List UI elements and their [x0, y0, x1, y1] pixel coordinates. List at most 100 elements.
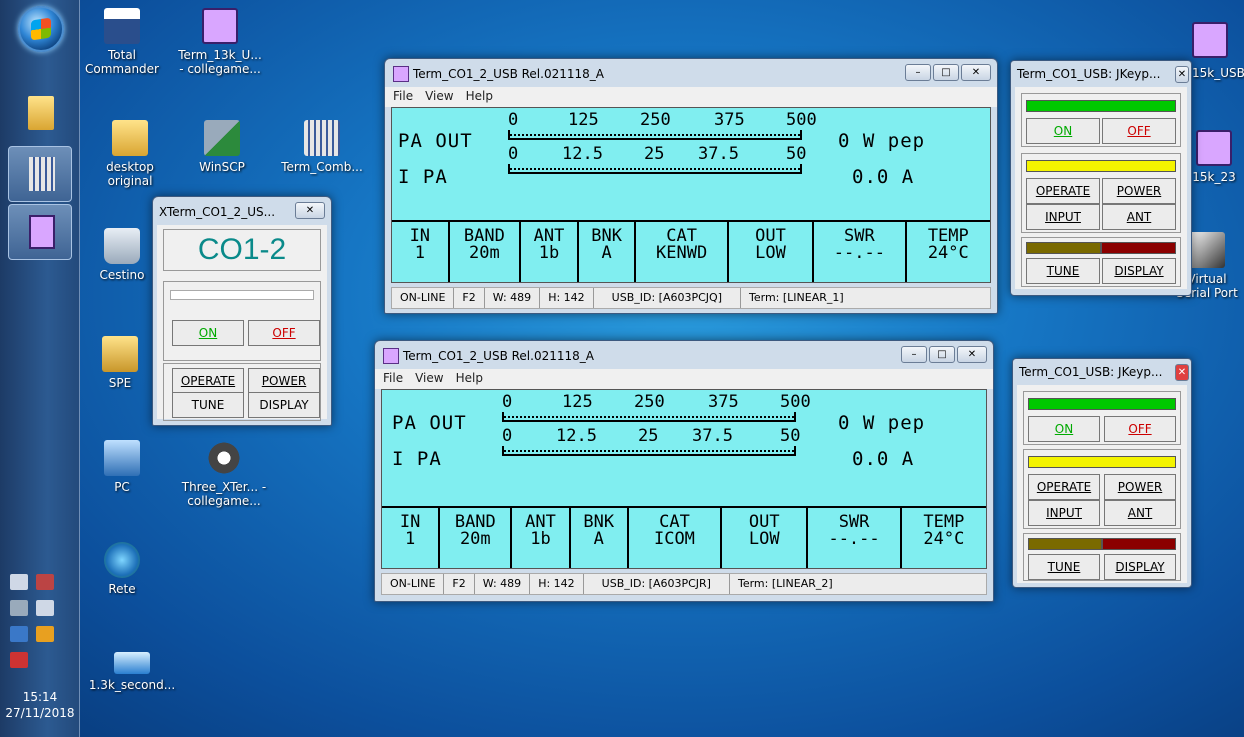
flag-error-icon[interactable]	[10, 652, 28, 668]
operate-button[interactable]: OPERATE	[1026, 178, 1100, 204]
yellow-status-led	[1028, 456, 1176, 468]
building-icon	[304, 120, 340, 156]
speaker-icon[interactable]	[10, 574, 28, 590]
tune-button[interactable]: TUNE	[1026, 258, 1100, 284]
explorer-taskbar-button[interactable]	[8, 86, 72, 142]
usb-device-icon[interactable]	[36, 574, 54, 590]
desktop-icon-spe[interactable]: SPE	[88, 336, 152, 390]
keypad2-body: ON OFF OPERATE POWER INPUT ANT TUNE DISP…	[1017, 385, 1187, 583]
display-button[interactable]: DISPLAY	[248, 392, 320, 418]
ipa-bar	[502, 446, 796, 456]
close-button[interactable]: ✕	[295, 202, 325, 219]
desktop-icon-winscp[interactable]: WinSCP	[178, 120, 266, 174]
power-button[interactable]: POWER	[248, 368, 320, 394]
volume-icon[interactable]	[36, 600, 54, 616]
on-button[interactable]: ON	[1028, 416, 1100, 442]
term2-menu-bar: File View Help	[375, 369, 993, 389]
power-button[interactable]: POWER	[1102, 178, 1176, 204]
close-button[interactable]: ✕	[957, 346, 987, 363]
usb-app-icon	[202, 8, 238, 44]
maximize-button[interactable]: □	[933, 64, 959, 81]
device-name-display: CO1-2	[163, 229, 321, 271]
status-width: W: 489	[475, 574, 531, 594]
term1-title-bar[interactable]: Term_CO1_2_USB Rel.021118_A – □ ✕	[385, 59, 997, 87]
desktop-icon-13k-second[interactable]: 1.3k_second...	[84, 652, 180, 692]
keypad2-title-bar[interactable]: Term_CO1_USB: JKeyp... ✕	[1013, 359, 1191, 385]
col-out: OUT LOW	[729, 222, 815, 282]
term-taskbar-button[interactable]	[8, 204, 72, 260]
computer-icon	[104, 440, 140, 476]
desktop-icon-term-comb[interactable]: Term_Comb...	[278, 120, 366, 174]
off-button[interactable]: OFF	[1102, 118, 1176, 144]
keypad1-title-bar[interactable]: Term_CO1_USB: JKeyp... ✕	[1011, 61, 1191, 87]
network-signal-icon[interactable]	[10, 600, 28, 616]
xterm-window[interactable]: XTerm_CO1_2_US... ✕ CO1-2 ON OFF OPERATE…	[152, 196, 332, 426]
status-online: ON-LINE	[382, 574, 445, 594]
term-window-2[interactable]: Term_CO1_2_USB Rel.021118_A – □ ✕ File View…	[374, 340, 994, 602]
ipa-scale-12: 12.5	[556, 426, 597, 446]
close-button[interactable]: ✕	[1175, 66, 1189, 83]
minimize-button[interactable]: –	[901, 346, 927, 363]
olive-status-led	[1026, 242, 1101, 254]
ant-button[interactable]: ANT	[1102, 204, 1176, 230]
menu-help[interactable]: Help	[456, 371, 483, 385]
ant-button[interactable]: ANT	[1104, 500, 1176, 526]
desktop-icon-network[interactable]: Rete	[90, 542, 154, 596]
on-button[interactable]: ON	[1026, 118, 1100, 144]
clock[interactable]: 15:14 27/11/2018	[0, 689, 80, 721]
term2-title-bar[interactable]: Term_CO1_2_USB Rel.021118_A – □ ✕	[375, 341, 993, 369]
pa-out-value: 0 W pep	[838, 412, 926, 434]
keypad-window-1[interactable]: Term_CO1_USB: JKeyp... ✕ ON OFF OPERATE P…	[1010, 60, 1192, 296]
desktop-icon-total-commander[interactable]: Total Commander	[78, 8, 166, 76]
desktop-icon-recycle-bin[interactable]: Cestino	[90, 228, 154, 282]
maximize-button[interactable]: □	[929, 346, 955, 363]
tune-button[interactable]: TUNE	[1028, 554, 1100, 580]
status-term: Term: [LINEAR_2]	[737, 577, 833, 590]
minimize-button[interactable]: –	[905, 64, 931, 81]
term-window-1[interactable]: Term_CO1_2_USB Rel.021118_A – □ ✕ File View…	[384, 58, 998, 314]
start-button[interactable]	[18, 6, 64, 52]
term-comb-taskbar-button[interactable]	[8, 146, 72, 202]
ipa-bar	[508, 164, 802, 174]
usb-app-icon	[393, 66, 409, 82]
desktop-icon-three-xterm[interactable]: Three_XTer... - collegame...	[180, 440, 268, 508]
col-cat: CAT ICOM	[629, 508, 723, 568]
tune-button[interactable]: TUNE	[172, 392, 244, 418]
desktop-icon-desktop-original[interactable]: desktop original	[86, 120, 174, 188]
operate-button[interactable]: OPERATE	[172, 368, 244, 394]
off-button[interactable]: OFF	[1104, 416, 1176, 442]
display-button[interactable]: DISPLAY	[1102, 258, 1176, 284]
menu-view[interactable]: View	[415, 371, 443, 385]
usb-app-icon	[383, 348, 399, 364]
pa-out-bar	[508, 130, 802, 140]
xterm-title-bar[interactable]: XTerm_CO1_2_US... ✕	[153, 197, 331, 225]
menu-help[interactable]: Help	[466, 89, 493, 103]
shield-icon[interactable]	[36, 626, 54, 642]
menu-view[interactable]: View	[425, 89, 453, 103]
close-button[interactable]: ✕	[1175, 364, 1189, 381]
clock-time: 15:14	[22, 690, 58, 704]
desktop-icon-pc[interactable]: PC	[90, 440, 154, 494]
winscp-icon	[204, 120, 240, 156]
desktop-icon-15k-usb[interactable]	[1176, 22, 1244, 62]
col-out: OUT LOW	[722, 508, 809, 568]
close-button[interactable]: ✕	[961, 64, 991, 81]
desktop-icon-15k-23[interactable]: 15k_23	[1184, 130, 1244, 184]
power-button[interactable]: POWER	[1104, 474, 1176, 500]
input-button[interactable]: INPUT	[1028, 500, 1100, 526]
input-button[interactable]: INPUT	[1026, 204, 1100, 230]
serial-port-icon	[1189, 232, 1225, 268]
on-button[interactable]: ON	[172, 320, 244, 346]
ipa-scale-25: 25	[644, 144, 665, 164]
monitor-icon[interactable]	[10, 626, 28, 642]
off-button[interactable]: OFF	[248, 320, 320, 346]
display-button[interactable]: DISPLAY	[1104, 554, 1176, 580]
ipa-scale-37: 37.5	[692, 426, 733, 446]
desktop-icon-term13k[interactable]: Term_13k_U... - collegame...	[176, 8, 264, 76]
keypad-window-2[interactable]: Term_CO1_USB: JKeyp... ✕ ON OFF OPERATE P…	[1012, 358, 1192, 588]
menu-file[interactable]: File	[393, 89, 413, 103]
operate-button[interactable]: OPERATE	[1028, 474, 1100, 500]
menu-file[interactable]: File	[383, 371, 403, 385]
keypad1-body: ON OFF OPERATE POWER INPUT ANT TUNE DISP…	[1015, 87, 1187, 289]
shortcut-app-icon	[114, 652, 150, 674]
